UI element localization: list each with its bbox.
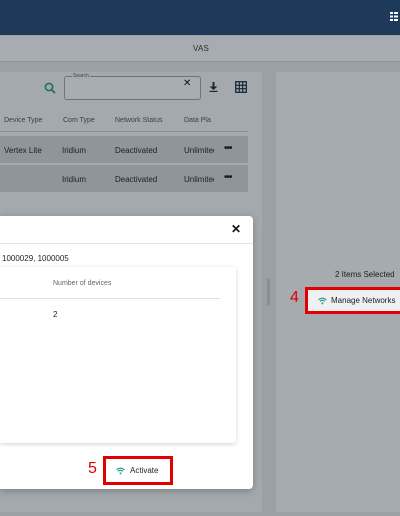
column-header-network-status[interactable]: Network Status (115, 117, 162, 124)
step-marker-5: 5 (88, 460, 97, 477)
manage-networks-label: Manage Networks (331, 296, 396, 305)
table-row[interactable]: Vertex Lite Iridium Deactivated Unlimite… (0, 136, 248, 164)
manage-networks-button[interactable]: Manage Networks (305, 287, 400, 314)
cell-network-status: Deactivated (115, 146, 158, 155)
column-header-com-type[interactable]: Com Type (63, 117, 95, 124)
cell-com-type: Iridium (62, 146, 87, 155)
top-app-bar (0, 0, 400, 35)
cell-data-plan: Unlimited (184, 146, 214, 155)
cell-device-type: Vertex Lite (4, 146, 42, 155)
table-row[interactable]: Iridium Deactivated Unlimited ••• (0, 165, 248, 193)
search-label: Search (72, 73, 90, 79)
row-menu-icon[interactable]: ••• (224, 172, 232, 183)
number-of-devices-value: 2 (53, 310, 58, 319)
card-divider (0, 298, 220, 299)
panel-resize-handle[interactable] (267, 278, 270, 306)
cell-network-status: Deactivated (115, 175, 158, 184)
close-icon[interactable]: ✕ (183, 78, 191, 89)
row-menu-icon[interactable]: ••• (224, 143, 232, 154)
step-marker-4: 4 (290, 289, 299, 306)
selected-count: 2 Items Selected (335, 270, 395, 279)
download-icon[interactable] (209, 82, 218, 92)
activate-dialog: ✕ 1000029, 1000005 Number of devices 2 (0, 216, 253, 489)
table-header: Device Type Com Type Network Status Data… (0, 110, 248, 132)
column-header-data-plan[interactable]: Data Pla (184, 117, 211, 124)
devices-summary-card: Number of devices 2 (0, 267, 236, 443)
search-input[interactable] (64, 76, 201, 100)
wifi-icon (318, 297, 327, 305)
cell-data-plan: Unlimited (184, 175, 214, 184)
tab-bar: VAS (0, 36, 400, 62)
table-settings-icon[interactable] (235, 81, 247, 93)
wifi-icon (116, 467, 125, 475)
apps-grid-icon[interactable] (390, 12, 398, 21)
activate-button[interactable]: Activate (103, 456, 173, 485)
activate-label: Activate (130, 466, 159, 475)
search-icon[interactable] (44, 82, 56, 94)
column-header-device-type[interactable]: Device Type (4, 117, 42, 124)
selected-device-ids: 1000029, 1000005 (2, 254, 69, 263)
dialog-divider (0, 243, 253, 244)
tab-vas[interactable]: VAS (193, 44, 209, 53)
close-icon[interactable]: ✕ (231, 222, 241, 236)
number-of-devices-header: Number of devices (53, 280, 112, 287)
cell-com-type: Iridium (62, 175, 87, 184)
